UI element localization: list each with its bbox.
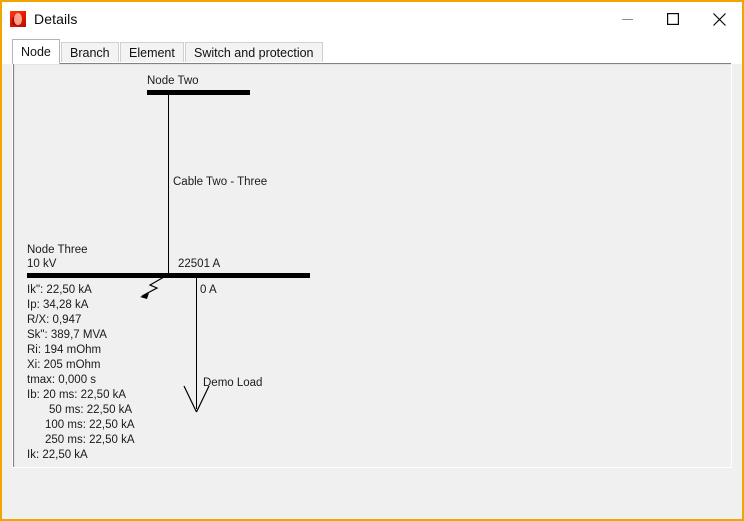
result-skss: Sk": 389,7 MVA [27, 329, 107, 341]
title-bar: Details [2, 2, 742, 36]
node-two-busbar[interactable] [147, 90, 250, 95]
tab-bar: Node Branch Element Switch and protectio… [2, 36, 742, 64]
maximize-icon [667, 13, 679, 25]
load-arrow-icon [183, 385, 210, 413]
result-ip: Ip: 34,28 kA [27, 299, 89, 311]
result-rx: R/X: 0,947 [27, 314, 82, 326]
node-three-voltage: 10 kV [27, 258, 57, 270]
short-circuit-arrow-icon [140, 276, 165, 299]
tab-node[interactable]: Node [12, 39, 60, 64]
result-ik: Ik: 22,50 kA [27, 449, 88, 461]
result-ri: Ri: 194 mOhm [27, 344, 102, 356]
details-window: Details Node Branch Element Switch and p… [0, 0, 744, 521]
incoming-current: 22501 A [178, 258, 221, 270]
result-ib-250ms: 250 ms: 22,50 kA [45, 434, 135, 446]
tab-branch[interactable]: Branch [61, 42, 119, 64]
result-ib-100ms: 100 ms: 22,50 kA [45, 419, 135, 431]
cable-two-three-wire [168, 95, 169, 276]
node-details-panel: Node Two Cable Two - Three Node Three 10… [12, 62, 732, 468]
single-line-diagram[interactable]: Node Two Cable Two - Three Node Three 10… [13, 63, 731, 467]
bottom-toolbar: Edit Close [2, 468, 742, 519]
node-three-name: Node Three [27, 244, 88, 256]
tab-element[interactable]: Element [120, 42, 184, 64]
window-title: Details [34, 11, 78, 27]
result-tmax: tmax: 0,000 s [27, 374, 97, 386]
result-ib-20ms: Ib: 20 ms: 22,50 kA [27, 389, 127, 401]
minimize-button[interactable] [604, 3, 650, 35]
close-window-button[interactable] [696, 3, 742, 35]
tab-switch-and-protection[interactable]: Switch and protection [185, 42, 323, 64]
result-ib-50ms: 50 ms: 22,50 kA [49, 404, 133, 416]
minimize-icon [621, 18, 633, 20]
cable-label: Cable Two - Three [173, 176, 268, 188]
close-icon [712, 12, 726, 26]
result-xi: Xi: 205 mOhm [27, 359, 101, 371]
node-two-label: Node Two [147, 75, 199, 87]
result-ikss: Ik": 22,50 kA [27, 284, 92, 296]
outgoing-current: 0 A [200, 284, 217, 296]
maximize-button[interactable] [650, 3, 696, 35]
node-three-busbar[interactable] [27, 273, 310, 278]
app-icon [10, 11, 26, 27]
